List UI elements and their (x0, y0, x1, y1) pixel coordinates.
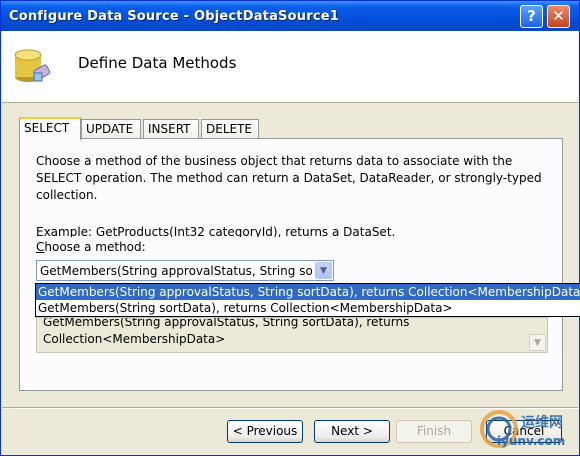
finish-button[interactable]: Finish (396, 420, 472, 443)
chevron-down-icon[interactable]: ▼ (315, 262, 332, 279)
dropdown-option[interactable]: GetMembers(String approvalStatus, String… (36, 284, 580, 300)
footer-separator (2, 407, 578, 409)
title-bar[interactable]: Configure Data Source - ObjectDataSource… (1, 1, 579, 31)
previous-button[interactable]: < Previous (227, 420, 303, 443)
method-dropdown-list[interactable]: GetMembers(String approvalStatus, String… (35, 283, 580, 317)
configure-data-source-dialog: Configure Data Source - ObjectDataSource… (0, 0, 580, 456)
choose-method-label-rest: hoose a method: (44, 240, 146, 254)
dropdown-option[interactable]: GetMembers(String sortData), returns Col… (36, 300, 580, 316)
cancel-button[interactable]: Cancel (486, 420, 562, 443)
method-combobox-value: GetMembers(String approvalStatus, String… (40, 264, 312, 278)
example-text: Example: GetProducts(Int32 categoryId), … (36, 225, 396, 237)
tab-insert[interactable]: INSERT (143, 119, 199, 139)
wizard-header: Define Data Methods (2, 31, 578, 103)
help-button[interactable]: ? (520, 5, 543, 28)
tab-update[interactable]: UPDATE (81, 119, 141, 139)
tab-select[interactable]: SELECT (19, 117, 81, 140)
scroll-down-icon[interactable]: ▼ (529, 334, 546, 351)
database-icon (14, 49, 51, 82)
method-combobox[interactable]: GetMembers(String approvalStatus, String… (36, 260, 334, 281)
tab-delete[interactable]: DELETE (201, 119, 259, 139)
method-description: Choose a method of the business object t… (36, 154, 542, 202)
choose-method-label: Choose a method: (36, 240, 146, 254)
page-heading: Define Data Methods (78, 54, 237, 72)
window-title: Configure Data Source - ObjectDataSource… (9, 9, 339, 24)
close-button[interactable]: ✕ (547, 5, 570, 28)
next-button[interactable]: Next > (314, 420, 390, 443)
select-tab-page: Choose a method of the business object t… (19, 138, 563, 391)
method-signature-text: GetMembers(String approvalStatus, String… (43, 317, 410, 346)
method-signature-box: GetMembers(String approvalStatus, String… (36, 317, 548, 353)
